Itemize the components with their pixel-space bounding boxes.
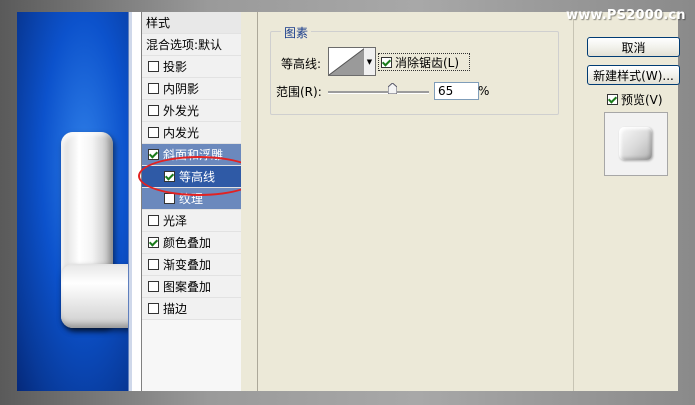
contour-dropdown-button[interactable]: ▼ xyxy=(364,47,376,76)
chevron-down-icon: ▼ xyxy=(366,57,373,66)
drop-shadow-checkbox[interactable] xyxy=(148,61,159,72)
panel-divider xyxy=(241,12,258,391)
range-unit: % xyxy=(478,84,490,98)
elements-group-title: 图素 xyxy=(281,24,312,41)
new-style-button[interactable]: 新建样式(W)... xyxy=(587,65,680,85)
screenshot-frame: 样式 混合选项:默认 投影 内阴影 外发光 内发光 斜面和浮雕 等高线 纹理 光… xyxy=(0,0,695,405)
preview-checkbox[interactable] xyxy=(607,94,618,105)
style-item-label: 颜色叠加 xyxy=(163,236,212,250)
style-item-drop-shadow[interactable]: 投影 xyxy=(142,56,256,78)
elements-group-box xyxy=(270,31,559,115)
range-input[interactable]: 65 xyxy=(434,82,479,100)
range-slider-thumb[interactable] xyxy=(388,83,397,94)
style-item-satin[interactable]: 光泽 xyxy=(142,210,256,232)
contour-label: 等高线: xyxy=(281,57,322,71)
style-item-label: 光泽 xyxy=(163,214,188,228)
cancel-button[interactable]: 取消 xyxy=(587,37,680,57)
color-overlay-checkbox[interactable] xyxy=(148,237,159,248)
satin-checkbox[interactable] xyxy=(148,215,159,226)
style-preview-swatch xyxy=(619,127,652,160)
blend-options-label: 混合选项:默认 xyxy=(146,38,223,52)
inner-shadow-checkbox[interactable] xyxy=(148,83,159,94)
anti-alias-checkbox[interactable] xyxy=(381,56,392,68)
style-item-label: 图案叠加 xyxy=(163,280,212,294)
pattern-overlay-checkbox[interactable] xyxy=(148,281,159,292)
anti-alias-label: 消除锯齿(L) xyxy=(395,55,460,70)
watermark-text: www.PS2000.cn xyxy=(566,8,686,23)
range-slider-track[interactable] xyxy=(328,91,429,94)
stroke-checkbox[interactable] xyxy=(148,303,159,314)
style-item-stroke[interactable]: 描边 xyxy=(142,298,256,320)
range-label: 范围(R): xyxy=(276,85,322,99)
document-canvas xyxy=(17,12,141,391)
style-item-label: 外发光 xyxy=(163,104,200,118)
anti-alias-option[interactable]: 消除锯齿(L) xyxy=(378,53,470,71)
inner-glow-checkbox[interactable] xyxy=(148,127,159,138)
style-item-color-overlay[interactable]: 颜色叠加 xyxy=(142,232,256,254)
texture-checkbox[interactable] xyxy=(164,193,175,204)
style-item-label: 内发光 xyxy=(163,126,200,140)
style-item-outer-glow[interactable]: 外发光 xyxy=(142,100,256,122)
styles-list-panel: 样式 混合选项:默认 投影 内阴影 外发光 内发光 斜面和浮雕 等高线 纹理 光… xyxy=(132,12,259,391)
style-item-label: 渐变叠加 xyxy=(163,258,212,272)
style-item-label: 内阴影 xyxy=(163,82,200,96)
style-item-gradient-overlay[interactable]: 渐变叠加 xyxy=(142,254,256,276)
style-item-pattern-overlay[interactable]: 图案叠加 xyxy=(142,276,256,298)
blend-options-item[interactable]: 混合选项:默认 xyxy=(142,34,256,56)
styles-header: 样式 xyxy=(142,12,256,34)
style-item-inner-glow[interactable]: 内发光 xyxy=(142,122,256,144)
outer-glow-checkbox[interactable] xyxy=(148,105,159,116)
preview-option[interactable]: 预览(V) xyxy=(607,91,663,108)
contour-curve-icon xyxy=(329,48,365,75)
style-item-label: 描边 xyxy=(163,302,188,316)
preview-label: 预览(V) xyxy=(621,93,663,107)
style-item-label: 投影 xyxy=(163,60,188,74)
styles-header-label: 样式 xyxy=(146,16,171,30)
contour-picker[interactable] xyxy=(328,47,366,76)
styles-list: 样式 混合选项:默认 投影 内阴影 外发光 内发光 斜面和浮雕 等高线 纹理 光… xyxy=(141,12,256,391)
bevel-emboss-checkbox[interactable] xyxy=(148,149,159,160)
style-item-inner-shadow[interactable]: 内阴影 xyxy=(142,78,256,100)
gradient-overlay-checkbox[interactable] xyxy=(148,259,159,270)
